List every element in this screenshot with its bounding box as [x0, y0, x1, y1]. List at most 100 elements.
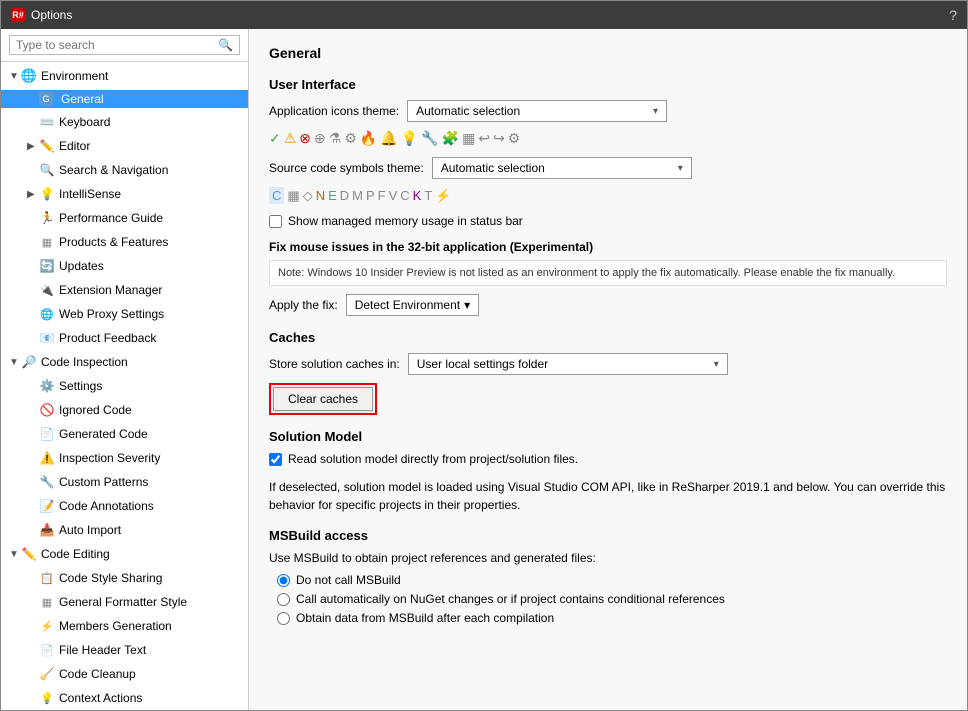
- icon-bulb: 💡: [401, 130, 418, 147]
- sidebar-item-code-annotations[interactable]: 📝 Code Annotations: [1, 494, 248, 518]
- icon-arrow2: ↪: [493, 130, 505, 147]
- icon-scope: ⊕: [314, 130, 326, 147]
- msbuild-note: Use MSBuild to obtain project references…: [269, 551, 947, 565]
- context-actions-icon: 💡: [39, 690, 55, 706]
- sym-ns: N: [316, 188, 325, 203]
- apply-fix-value: Detect Environment: [355, 298, 460, 312]
- sidebar-item-editor[interactable]: ▶ ✏️ Editor: [1, 134, 248, 158]
- show-memory-checkbox[interactable]: [269, 215, 282, 228]
- annotations-icon: 📝: [39, 498, 55, 514]
- show-memory-label: Show managed memory usage in status bar: [288, 214, 523, 228]
- app-icons-dropdown[interactable]: Automatic selection ▾: [407, 100, 667, 122]
- sidebar-item-generated-code[interactable]: 📄 Generated Code: [1, 422, 248, 446]
- window-title: Options: [31, 8, 72, 22]
- sidebar-item-formatter[interactable]: ▦ General Formatter Style: [1, 590, 248, 614]
- icon-analysis2: ⚙: [344, 130, 357, 147]
- sidebar-item-ci-settings[interactable]: ⚙️ Settings: [1, 374, 248, 398]
- code-editing-icon: ✏️: [21, 546, 37, 562]
- sym-del: D: [340, 188, 349, 203]
- solution-model-checkbox-row: Read solution model directly from projec…: [269, 452, 947, 466]
- generated-code-icon: 📄: [39, 426, 55, 442]
- code-editing-label: Code Editing: [41, 547, 110, 561]
- keyboard-icon: ⌨️: [39, 114, 55, 130]
- radio-auto-nuget-label: Call automatically on NuGet changes or i…: [296, 592, 725, 606]
- title-bar: R# Options ?: [1, 1, 967, 29]
- msbuild-section-title: MSBuild access: [269, 528, 947, 543]
- performance-icon: 🏃: [39, 210, 55, 226]
- radio-after-compile[interactable]: [277, 612, 290, 625]
- icon-flame: 🔥: [360, 130, 377, 147]
- help-button[interactable]: ?: [949, 7, 957, 23]
- icon-error-red: ⊗: [299, 130, 311, 147]
- solution-model-note: If deselected, solution model is loaded …: [269, 478, 947, 514]
- sidebar-item-updates[interactable]: 🔄 Updates: [1, 254, 248, 278]
- sidebar-section-code-editing[interactable]: ▼ ✏️ Code Editing: [1, 542, 248, 566]
- sidebar-item-inspection-severity[interactable]: ⚠️ Inspection Severity: [1, 446, 248, 470]
- source-symbols-chevron: ▾: [678, 163, 683, 174]
- clear-caches-button[interactable]: Clear caches: [273, 387, 373, 411]
- sidebar-item-file-header[interactable]: 📄 File Header Text: [1, 638, 248, 662]
- app-icon: R#: [11, 8, 25, 22]
- sidebar-item-ci-settings-label: Settings: [59, 379, 102, 393]
- icon-play-back: ↩: [478, 130, 490, 147]
- radio-no-call[interactable]: [277, 574, 290, 587]
- left-panel: 🔍 ▼ 🌐 Environment: [1, 29, 249, 710]
- caches-section-title: Caches: [269, 330, 947, 345]
- sidebar-item-generated-label: Generated Code: [59, 427, 148, 441]
- sidebar-item-feedback-label: Product Feedback: [59, 331, 156, 345]
- sidebar-item-intellisense[interactable]: ▶ 💡 IntelliSense: [1, 182, 248, 206]
- fix-mouse-section: Fix mouse issues in the 32-bit applicati…: [269, 240, 947, 316]
- ignored-code-icon: 🚫: [39, 402, 55, 418]
- sidebar-item-extensions-label: Extension Manager: [59, 283, 162, 297]
- apply-fix-dropdown[interactable]: Detect Environment ▾: [346, 294, 479, 316]
- sidebar-item-auto-import[interactable]: 📥 Auto Import: [1, 518, 248, 542]
- search-input-wrap[interactable]: 🔍: [9, 35, 240, 55]
- sidebar-section-environment[interactable]: ▼ 🌐 Environment: [1, 64, 248, 88]
- sharing-icon: 📋: [39, 570, 55, 586]
- sidebar-item-keyboard[interactable]: ⌨️ Keyboard: [1, 110, 248, 134]
- ui-section-title: User Interface: [269, 77, 947, 92]
- sidebar-item-context-actions[interactable]: 💡 Context Actions: [1, 686, 248, 710]
- sidebar-item-custom-patterns[interactable]: 🔧 Custom Patterns: [1, 470, 248, 494]
- sidebar-item-products[interactable]: ▦ Products & Features: [1, 230, 248, 254]
- formatter-icon: ▦: [39, 594, 55, 610]
- editor-icon: ✏️: [39, 138, 55, 154]
- sidebar-section-code-inspection[interactable]: ▼ 🔎 Code Inspection: [1, 350, 248, 374]
- sidebar-item-proxy[interactable]: 🌐 Web Proxy Settings: [1, 302, 248, 326]
- sidebar-item-formatter-label: General Formatter Style: [59, 595, 187, 609]
- radio-auto-nuget[interactable]: [277, 593, 290, 606]
- sidebar-item-products-label: Products & Features: [59, 235, 168, 249]
- app-icons-label: Application icons theme:: [269, 104, 399, 118]
- search-input[interactable]: [16, 38, 218, 52]
- sidebar-item-members[interactable]: ⚡ Members Generation: [1, 614, 248, 638]
- sidebar-item-extensions[interactable]: 🔌 Extension Manager: [1, 278, 248, 302]
- sidebar-item-code-cleanup[interactable]: 🧹 Code Cleanup: [1, 662, 248, 686]
- icon-puzzle: 🧩: [442, 130, 459, 147]
- solution-model-checkbox[interactable]: [269, 453, 282, 466]
- clear-caches-highlight: Clear caches: [269, 383, 377, 415]
- sym-const: C: [400, 188, 409, 203]
- sidebar-item-feedback[interactable]: 📧 Product Feedback: [1, 326, 248, 350]
- icon-warn-yellow: ⚠: [284, 130, 297, 147]
- sidebar-item-general[interactable]: G General: [1, 88, 248, 110]
- source-symbols-dropdown[interactable]: Automatic selection ▾: [432, 157, 692, 179]
- sidebar-item-code-sharing[interactable]: 📋 Code Style Sharing: [1, 566, 248, 590]
- sidebar-item-intellisense-label: IntelliSense: [59, 187, 121, 201]
- store-value: User local settings folder: [417, 357, 714, 371]
- editor-arrow: ▶: [27, 141, 39, 152]
- app-icons-row: Application icons theme: Automatic selec…: [269, 100, 947, 122]
- sym-class: C: [269, 187, 284, 204]
- options-window: R# Options ? 🔍 ▼ 🌐 Environme: [0, 0, 968, 711]
- sidebar-item-editor-label: Editor: [59, 139, 90, 153]
- sidebar-item-performance[interactable]: 🏃 Performance Guide: [1, 206, 248, 230]
- store-dropdown[interactable]: User local settings folder ▾: [408, 353, 728, 375]
- sidebar-item-general-label: General: [61, 92, 104, 106]
- sym-event: ⚡: [435, 188, 451, 204]
- sidebar-item-ignored-code[interactable]: 🚫 Ignored Code: [1, 398, 248, 422]
- sidebar-item-search-nav[interactable]: 🔍 Search & Navigation: [1, 158, 248, 182]
- title-bar-left: R# Options: [11, 8, 72, 22]
- source-symbols-preview: C ▦ ◇ N E D M P F V C K T ⚡: [269, 187, 947, 204]
- right-panel: General User Interface Application icons…: [249, 29, 967, 710]
- sym-var: V: [389, 188, 398, 203]
- autoimport-icon: 📥: [39, 522, 55, 538]
